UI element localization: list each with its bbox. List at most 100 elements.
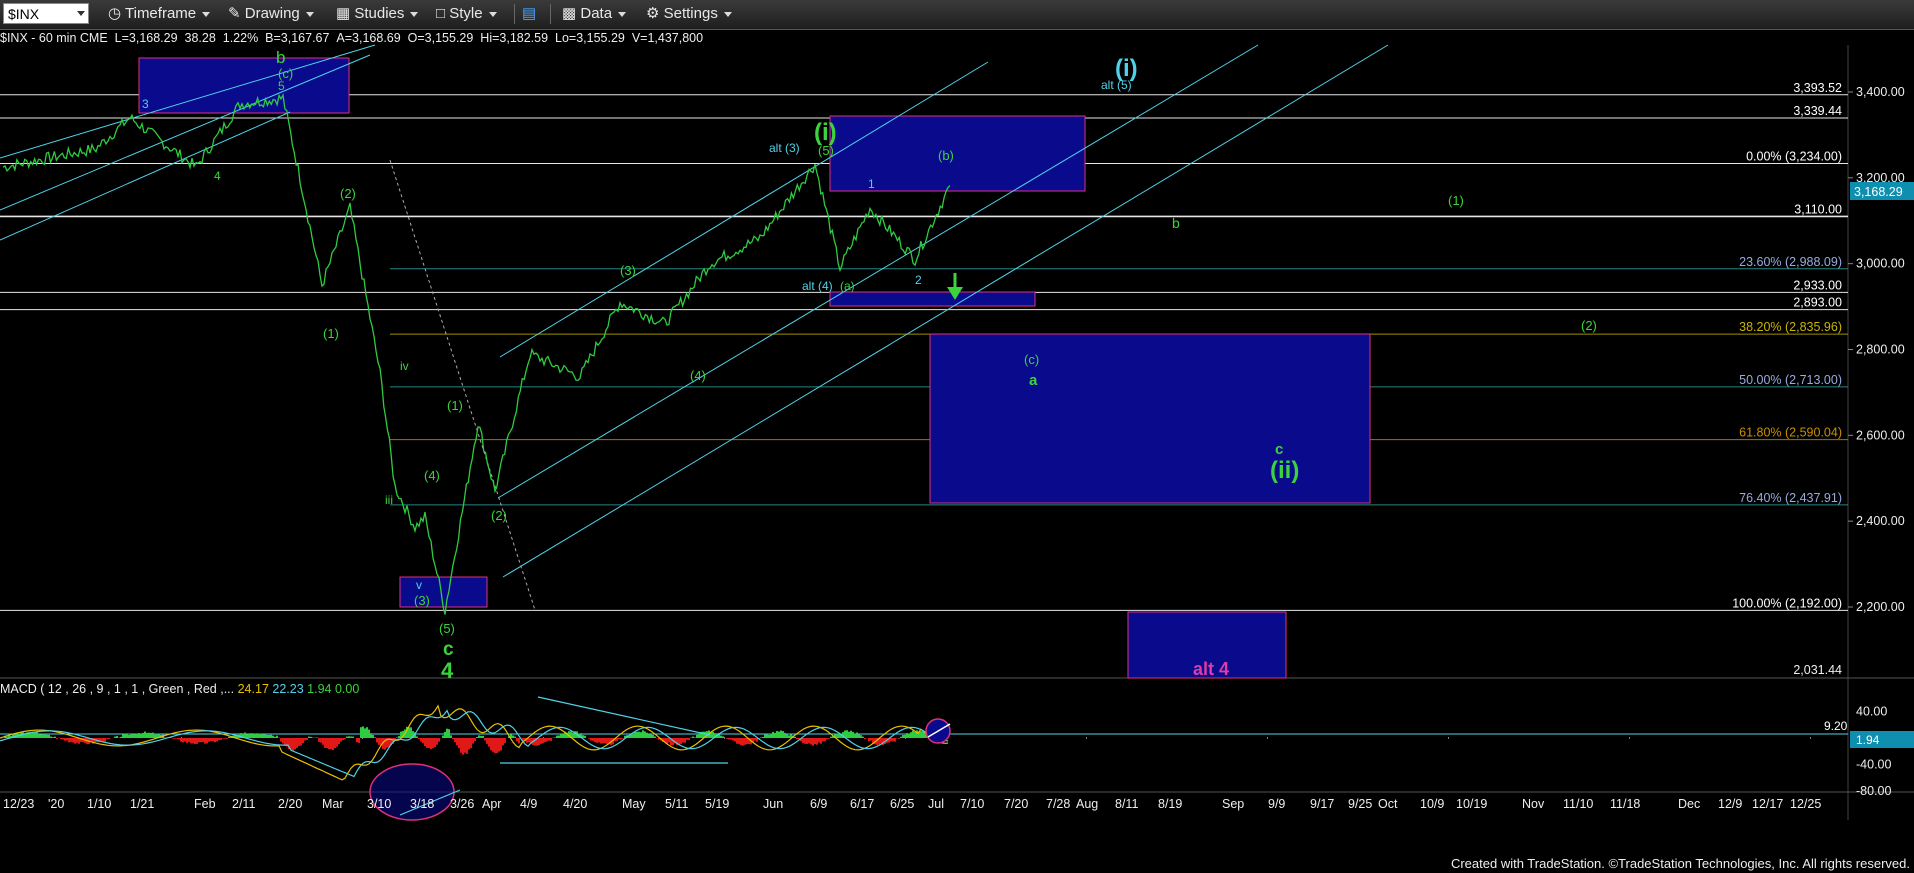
wave-label: 3	[142, 97, 149, 111]
macd-hist-bar	[538, 738, 540, 746]
macd-hist-bar	[270, 734, 272, 738]
macd-hist-bar	[370, 733, 372, 738]
macd-hist-bar	[298, 738, 300, 746]
price-chart[interactable]: 3,393.52 3,339.44 0.00% (3,234.00) 3,110.00…	[0, 0, 1914, 873]
wave-label: (3)	[414, 593, 430, 608]
macd-hist-bar	[366, 727, 368, 738]
channel-line	[499, 61, 989, 358]
macd-hist-bar	[604, 738, 606, 744]
macd-hist-bar	[348, 736, 350, 738]
macd-histogram	[0, 726, 946, 755]
macd-hist-bar	[636, 731, 638, 738]
macd-hist-bar	[296, 738, 298, 748]
axis-tick-label: 2,600.00	[1856, 428, 1905, 442]
macd-hist-bar	[146, 732, 148, 738]
macd-hist-bar	[250, 733, 252, 738]
macd-hist-bar	[806, 738, 808, 744]
macd-hist-bar	[550, 738, 552, 741]
macd-hist-bar	[648, 734, 650, 738]
macd-hist-bar	[192, 738, 194, 744]
macd-hist-bar	[880, 738, 882, 744]
macd-hist-bar	[784, 732, 786, 738]
macd-hist-bar	[824, 738, 826, 742]
macd-hist-bar	[374, 737, 376, 738]
macd-hist-bar	[768, 734, 770, 738]
macd-hist-bar	[740, 738, 742, 746]
macd-hist-bar	[50, 736, 52, 738]
macd-hist-bar	[194, 738, 196, 744]
time-axis-label: Mar	[322, 797, 344, 811]
macd-hist-bar	[430, 738, 432, 749]
macd-hist-bar	[856, 732, 858, 738]
macd-hist-bar	[802, 738, 804, 743]
macd-hist-bar	[702, 731, 704, 738]
macd-hist-bar	[558, 735, 560, 738]
macd-hist-bar	[228, 736, 230, 738]
macd-hist-bar	[328, 738, 330, 750]
macd-hist-bar	[342, 738, 344, 740]
time-axis-label: 5/11	[665, 797, 688, 811]
macd-hist-bar	[208, 738, 210, 742]
macd-hist-bar	[514, 736, 516, 738]
macd-hist-bar	[618, 738, 620, 740]
wave-label: alt 4	[1193, 659, 1229, 679]
time-axis-label: 9/25	[1348, 797, 1372, 811]
macd-hist-bar	[304, 738, 306, 741]
macd-hist-bar	[646, 732, 648, 738]
macd-hist-bar	[436, 738, 438, 745]
macd-hist-bar	[644, 731, 646, 738]
macd-hist-bar	[462, 738, 464, 755]
macd-hist-bar	[132, 733, 134, 738]
macd-hist-bar	[260, 733, 262, 738]
macd-hist-bar	[310, 736, 312, 738]
macd-hist-bar	[64, 738, 66, 741]
wave-label: b	[1172, 215, 1180, 231]
time-axis-label: 4/9	[520, 797, 537, 811]
macd-hist-bar	[360, 727, 362, 738]
macd-hist-bar	[338, 738, 340, 745]
target-box	[138, 57, 350, 114]
macd-hist-bar	[184, 738, 186, 742]
macd-hist-bar	[906, 733, 908, 738]
macd-hist-bar	[66, 738, 68, 741]
macd-hist-bar	[362, 726, 364, 738]
macd-hist-bar	[620, 738, 622, 740]
time-axis-label: 6/9	[810, 797, 827, 811]
macd-hist-bar	[744, 738, 746, 745]
macd-hist-bar	[634, 732, 636, 738]
time-axis-label: Apr	[482, 797, 501, 811]
wave-label: b	[276, 48, 285, 67]
macd-hist-bar	[224, 738, 226, 739]
time-axis-label: 9/17	[1310, 797, 1334, 811]
macd-hist-bar	[410, 727, 412, 738]
macd-hist-bar	[468, 738, 470, 750]
wave-label: a	[1029, 372, 1038, 389]
axis-tick-label: 2,400.00	[1856, 514, 1905, 528]
macd-hist-bar	[546, 738, 548, 742]
macd-hist-bar	[426, 738, 428, 748]
macd-hist-bar	[48, 734, 50, 738]
macd-hist-bar	[420, 738, 422, 742]
macd-hist-bar	[540, 738, 542, 744]
macd-hist-bar	[512, 735, 514, 738]
macd-hist-bar	[70, 738, 72, 742]
macd-hist-bar	[364, 728, 366, 738]
macd-hist-bar	[262, 734, 264, 738]
macd-hist-bar	[152, 732, 154, 738]
macd-hist-bar	[474, 738, 476, 741]
macd-hist-bar	[418, 738, 420, 739]
macd-hist-bar	[458, 738, 460, 749]
divergence-ellipse	[369, 763, 455, 821]
macd-hist-bar	[738, 738, 740, 744]
macd-hist-bar	[428, 738, 430, 748]
macd-hist-bar	[172, 738, 174, 739]
macd-hist-bar	[898, 738, 900, 739]
macd-hist-bar	[320, 738, 322, 743]
price-level-label: 0.00% (3,234.00)	[1746, 149, 1842, 163]
time-axis-label: Aug	[1076, 797, 1098, 811]
macd-hist-bar	[38, 734, 40, 738]
macd-hist-bar	[452, 738, 454, 740]
time-axis-label: 7/20	[1004, 797, 1028, 811]
macd-hist-bar	[686, 738, 688, 740]
wave-label: (4)	[424, 468, 440, 483]
